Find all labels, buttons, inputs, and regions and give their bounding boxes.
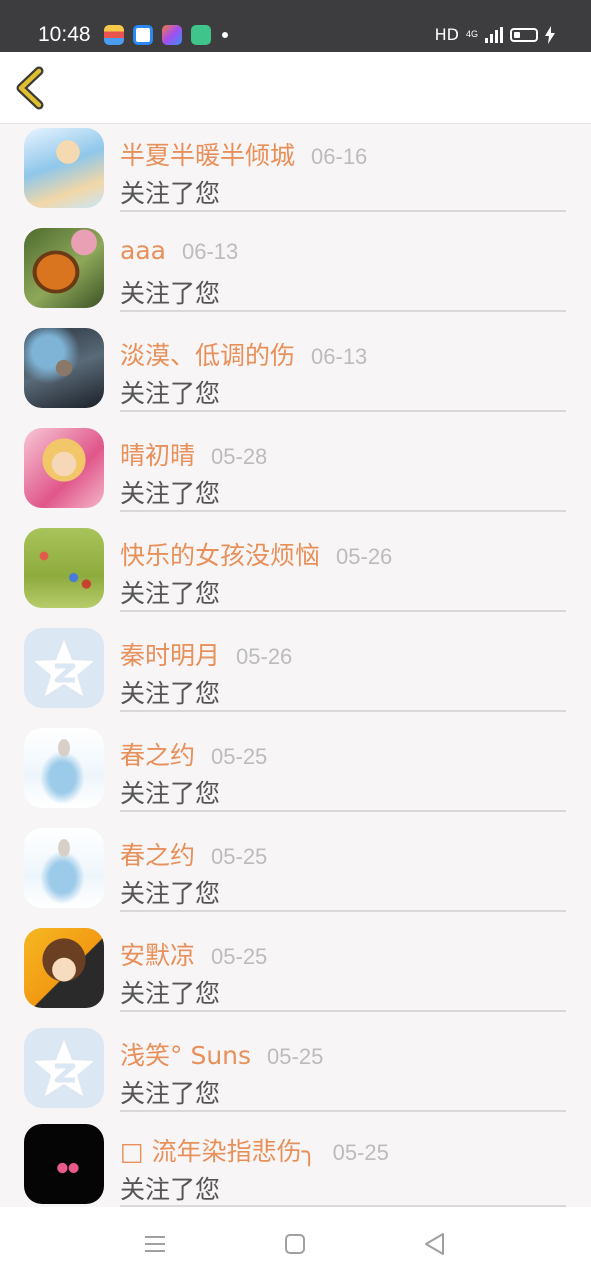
user-name[interactable]: 晴初晴 [120, 436, 195, 472]
notification-list[interactable]: 半夏半暖半倾城 06-16 关注了您 aaa 06-13 关注了您 淡漠、低调的… [0, 124, 591, 1207]
row-divider [120, 910, 566, 912]
list-item[interactable]: 半夏半暖半倾城 06-16 关注了您 [0, 124, 591, 224]
back-nav-button[interactable] [420, 1229, 450, 1259]
menu-icon [145, 1236, 165, 1252]
status-bar: 10:48 HD 4G [0, 0, 591, 52]
notification-date: 05-26 [336, 544, 393, 569]
user-name[interactable]: □ 流年染指悲伤╮ [120, 1132, 317, 1168]
battery-icon [510, 27, 538, 42]
list-item[interactable]: 安默凉 05-25 关注了您 [0, 924, 591, 1024]
row-divider [120, 610, 566, 612]
list-item[interactable]: 春之约 05-25 关注了您 [0, 824, 591, 924]
status-indicators: HD 4G [435, 25, 555, 44]
row-divider [120, 410, 566, 412]
row-divider [120, 710, 566, 712]
status-time: 10:48 [38, 23, 91, 46]
row-divider [120, 1110, 566, 1112]
default-star-avatar[interactable] [24, 628, 104, 708]
charging-icon [545, 25, 555, 44]
notification-message: 关注了您 [120, 279, 221, 308]
wallet-app-icon [104, 25, 124, 45]
list-item[interactable]: aaa 06-13 关注了您 [0, 224, 591, 324]
notification-message: 关注了您 [120, 1079, 221, 1108]
grass-field-avatar[interactable] [24, 528, 104, 608]
hd-label: HD [434, 25, 459, 44]
notification-message: 关注了您 [120, 1175, 221, 1204]
user-name[interactable]: 快乐的女孩没烦恼 [120, 536, 320, 572]
menu-button[interactable] [140, 1229, 170, 1259]
notification-date: 05-25 [211, 744, 268, 769]
user-name[interactable]: 春之约 [120, 836, 195, 872]
notification-message: 关注了您 [120, 579, 221, 608]
row-divider [120, 310, 566, 312]
row-divider [120, 1010, 566, 1012]
notification-message: 关注了您 [120, 479, 221, 508]
mermaid-avatar[interactable] [24, 728, 104, 808]
signal-icon [485, 26, 503, 43]
top-nav-bar [0, 52, 591, 124]
mermaid-avatar[interactable] [24, 828, 104, 908]
list-item[interactable]: □ 流年染指悲伤╮ 05-25 关注了您 [0, 1124, 591, 1207]
list-item[interactable]: 秦时明月 05-26 关注了您 [0, 624, 591, 724]
list-item[interactable]: 淡漠、低调的伤 06-13 关注了您 [0, 324, 591, 424]
back-triangle-icon [425, 1233, 444, 1255]
notification-message: 关注了您 [120, 779, 221, 808]
notification-date: 06-16 [311, 144, 368, 169]
notification-date: 05-25 [332, 1140, 389, 1165]
chevron-left-icon [16, 66, 44, 110]
notification-date: 05-25 [267, 1044, 324, 1069]
list-item[interactable]: 春之约 05-25 关注了您 [0, 724, 591, 824]
notification-date: 05-25 [211, 944, 268, 969]
anime-boy-avatar[interactable] [24, 928, 104, 1008]
network-label: 4G [465, 29, 478, 39]
user-name[interactable]: 浅笑° Suns [120, 1036, 251, 1072]
notification-date: 05-26 [236, 644, 293, 669]
user-name[interactable]: 淡漠、低调的伤 [120, 336, 295, 372]
notification-date: 06-13 [181, 239, 239, 264]
system-nav-bar [0, 1207, 591, 1280]
list-item[interactable]: 晴初晴 05-28 关注了您 [0, 424, 591, 524]
user-name[interactable]: 安默凉 [120, 936, 195, 972]
notification-date: 06-13 [311, 344, 368, 369]
back-button[interactable] [12, 66, 52, 110]
notification-message: 关注了您 [120, 679, 221, 708]
row-divider [120, 210, 566, 212]
cloud-app-icon [133, 25, 153, 45]
user-name[interactable]: 半夏半暖半倾城 [120, 136, 295, 172]
user-name[interactable]: aaa [120, 236, 166, 265]
notification-message: 关注了您 [120, 979, 221, 1008]
gallery-app-icon [162, 25, 182, 45]
notification-message: 关注了您 [120, 379, 221, 408]
star-icon [34, 1040, 94, 1096]
home-square-icon [285, 1234, 305, 1254]
row-divider [120, 810, 566, 812]
notification-message: 关注了您 [120, 179, 221, 208]
black-text-avatar[interactable] [24, 1124, 104, 1204]
row-divider [120, 510, 566, 512]
star-icon [34, 640, 94, 696]
notification-date: 05-25 [211, 844, 268, 869]
list-item[interactable]: 浅笑° Suns 05-25 关注了您 [0, 1024, 591, 1124]
notes-app-icon [191, 25, 211, 45]
butterfly-avatar[interactable] [24, 228, 104, 308]
notification-message: 关注了您 [120, 879, 221, 908]
home-button[interactable] [280, 1229, 310, 1259]
list-item[interactable]: 快乐的女孩没烦恼 05-26 关注了您 [0, 524, 591, 624]
user-name[interactable]: 春之约 [120, 736, 195, 772]
user-name[interactable]: 秦时明月 [120, 636, 220, 672]
dark-warrior-avatar[interactable] [24, 328, 104, 408]
more-dot-icon [222, 32, 228, 38]
notification-date: 05-28 [211, 444, 268, 469]
default-star-avatar[interactable] [24, 1028, 104, 1108]
status-app-icons [104, 25, 228, 45]
anime-girl-avatar[interactable] [24, 128, 104, 208]
pink-girl-avatar[interactable] [24, 428, 104, 508]
